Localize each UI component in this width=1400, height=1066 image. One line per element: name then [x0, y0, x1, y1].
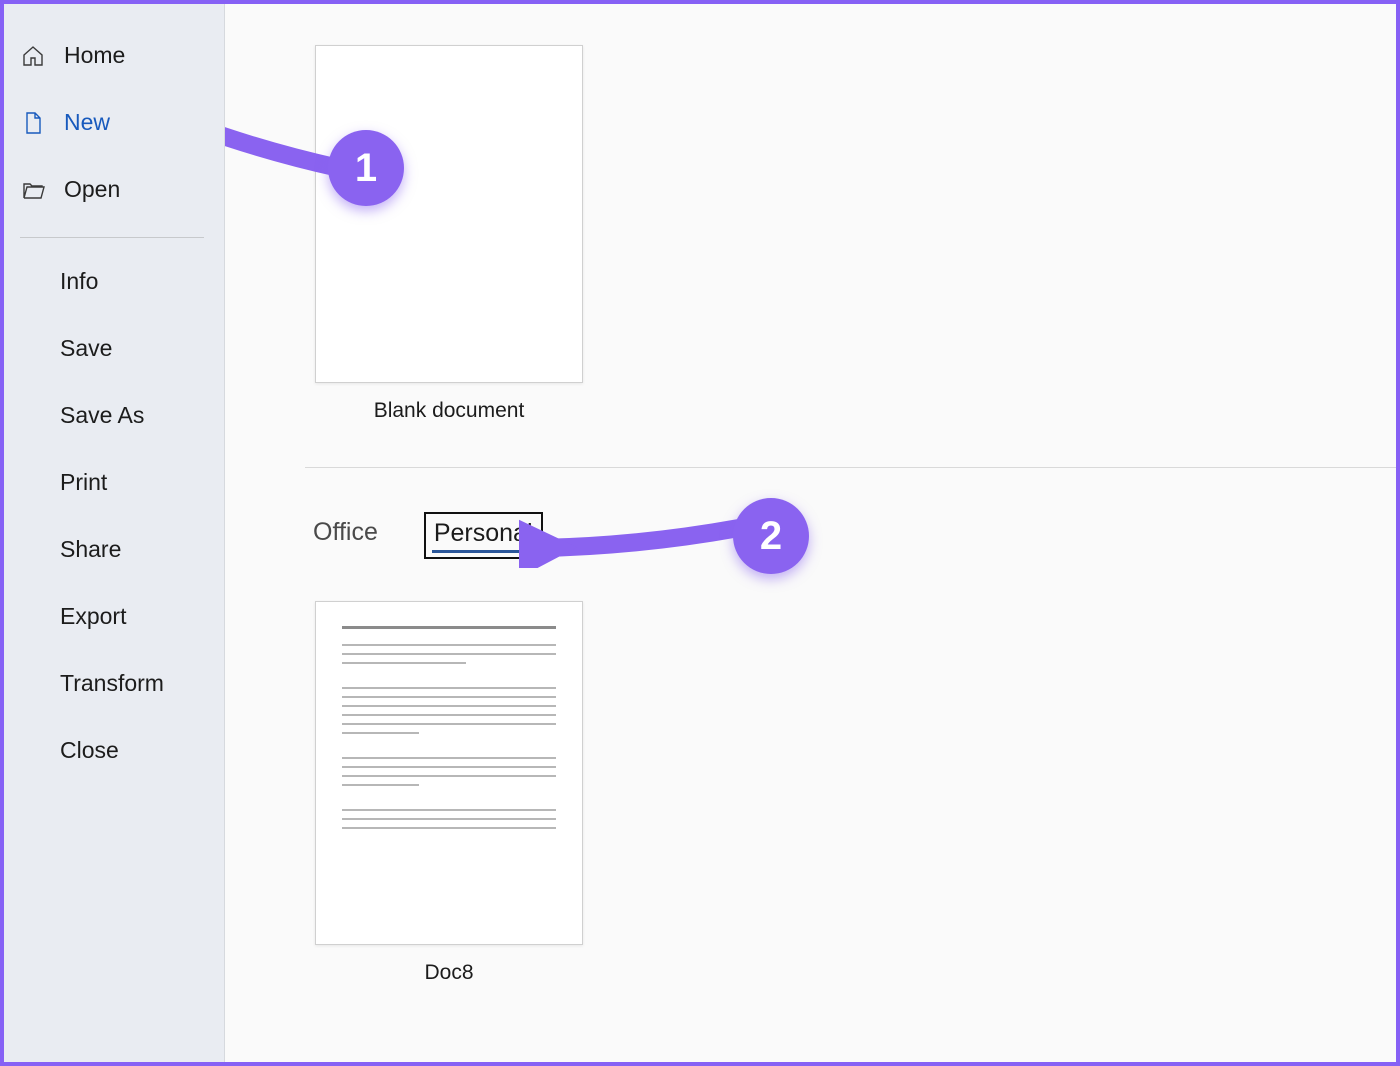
annotation-badge-2-circle: 2 — [733, 498, 809, 574]
sidebar-item-label: Home — [64, 42, 125, 69]
sidebar-divider — [20, 237, 204, 238]
template-tabs: Office Personal — [305, 512, 1400, 559]
blank-document-label: Blank document — [374, 399, 525, 423]
sidebar-item-new[interactable]: New — [0, 89, 224, 156]
sidebar-item-label: Transform — [60, 670, 164, 697]
sidebar-item-label: Save — [60, 335, 112, 362]
sidebar-item-label: Close — [60, 737, 119, 764]
tab-office[interactable]: Office — [305, 512, 386, 555]
new-page-main: Blank document Office Personal — [225, 0, 1400, 1066]
folder-open-icon — [20, 177, 46, 203]
sidebar-item-label: Print — [60, 469, 107, 496]
sidebar-item-share[interactable]: Share — [0, 516, 224, 583]
sidebar-item-home[interactable]: Home — [0, 22, 224, 89]
personal-template-card[interactable]: Doc8 — [315, 601, 583, 985]
backstage-view: Home New Open Info Save Save As Print — [0, 0, 1400, 1066]
home-icon — [20, 43, 46, 69]
personal-template-label: Doc8 — [424, 961, 473, 985]
sidebar-item-transform[interactable]: Transform — [0, 650, 224, 717]
sidebar-item-label: Open — [64, 176, 120, 203]
backstage-sidebar: Home New Open Info Save Save As Print — [0, 0, 225, 1066]
sidebar-item-label: Info — [60, 268, 98, 295]
personal-template-thumb — [315, 601, 583, 945]
sidebar-item-open[interactable]: Open — [0, 156, 224, 223]
sidebar-item-label: Share — [60, 536, 121, 563]
sidebar-item-save-as[interactable]: Save As — [0, 382, 224, 449]
section-divider — [305, 467, 1400, 468]
sidebar-item-print[interactable]: Print — [0, 449, 224, 516]
sidebar-item-label: Export — [60, 603, 126, 630]
annotation-arrow-2 — [519, 498, 749, 568]
annotation-badge-2: 2 — [733, 498, 809, 574]
sidebar-item-export[interactable]: Export — [0, 583, 224, 650]
page-icon — [20, 110, 46, 136]
sidebar-item-info[interactable]: Info — [0, 248, 224, 315]
sidebar-item-save[interactable]: Save — [0, 315, 224, 382]
sidebar-item-close[interactable]: Close — [0, 717, 224, 784]
sidebar-item-label: New — [64, 109, 110, 136]
annotation-badge-1: 1 — [328, 130, 404, 206]
sidebar-item-label: Save As — [60, 402, 144, 429]
annotation-badge-1-circle: 1 — [328, 130, 404, 206]
